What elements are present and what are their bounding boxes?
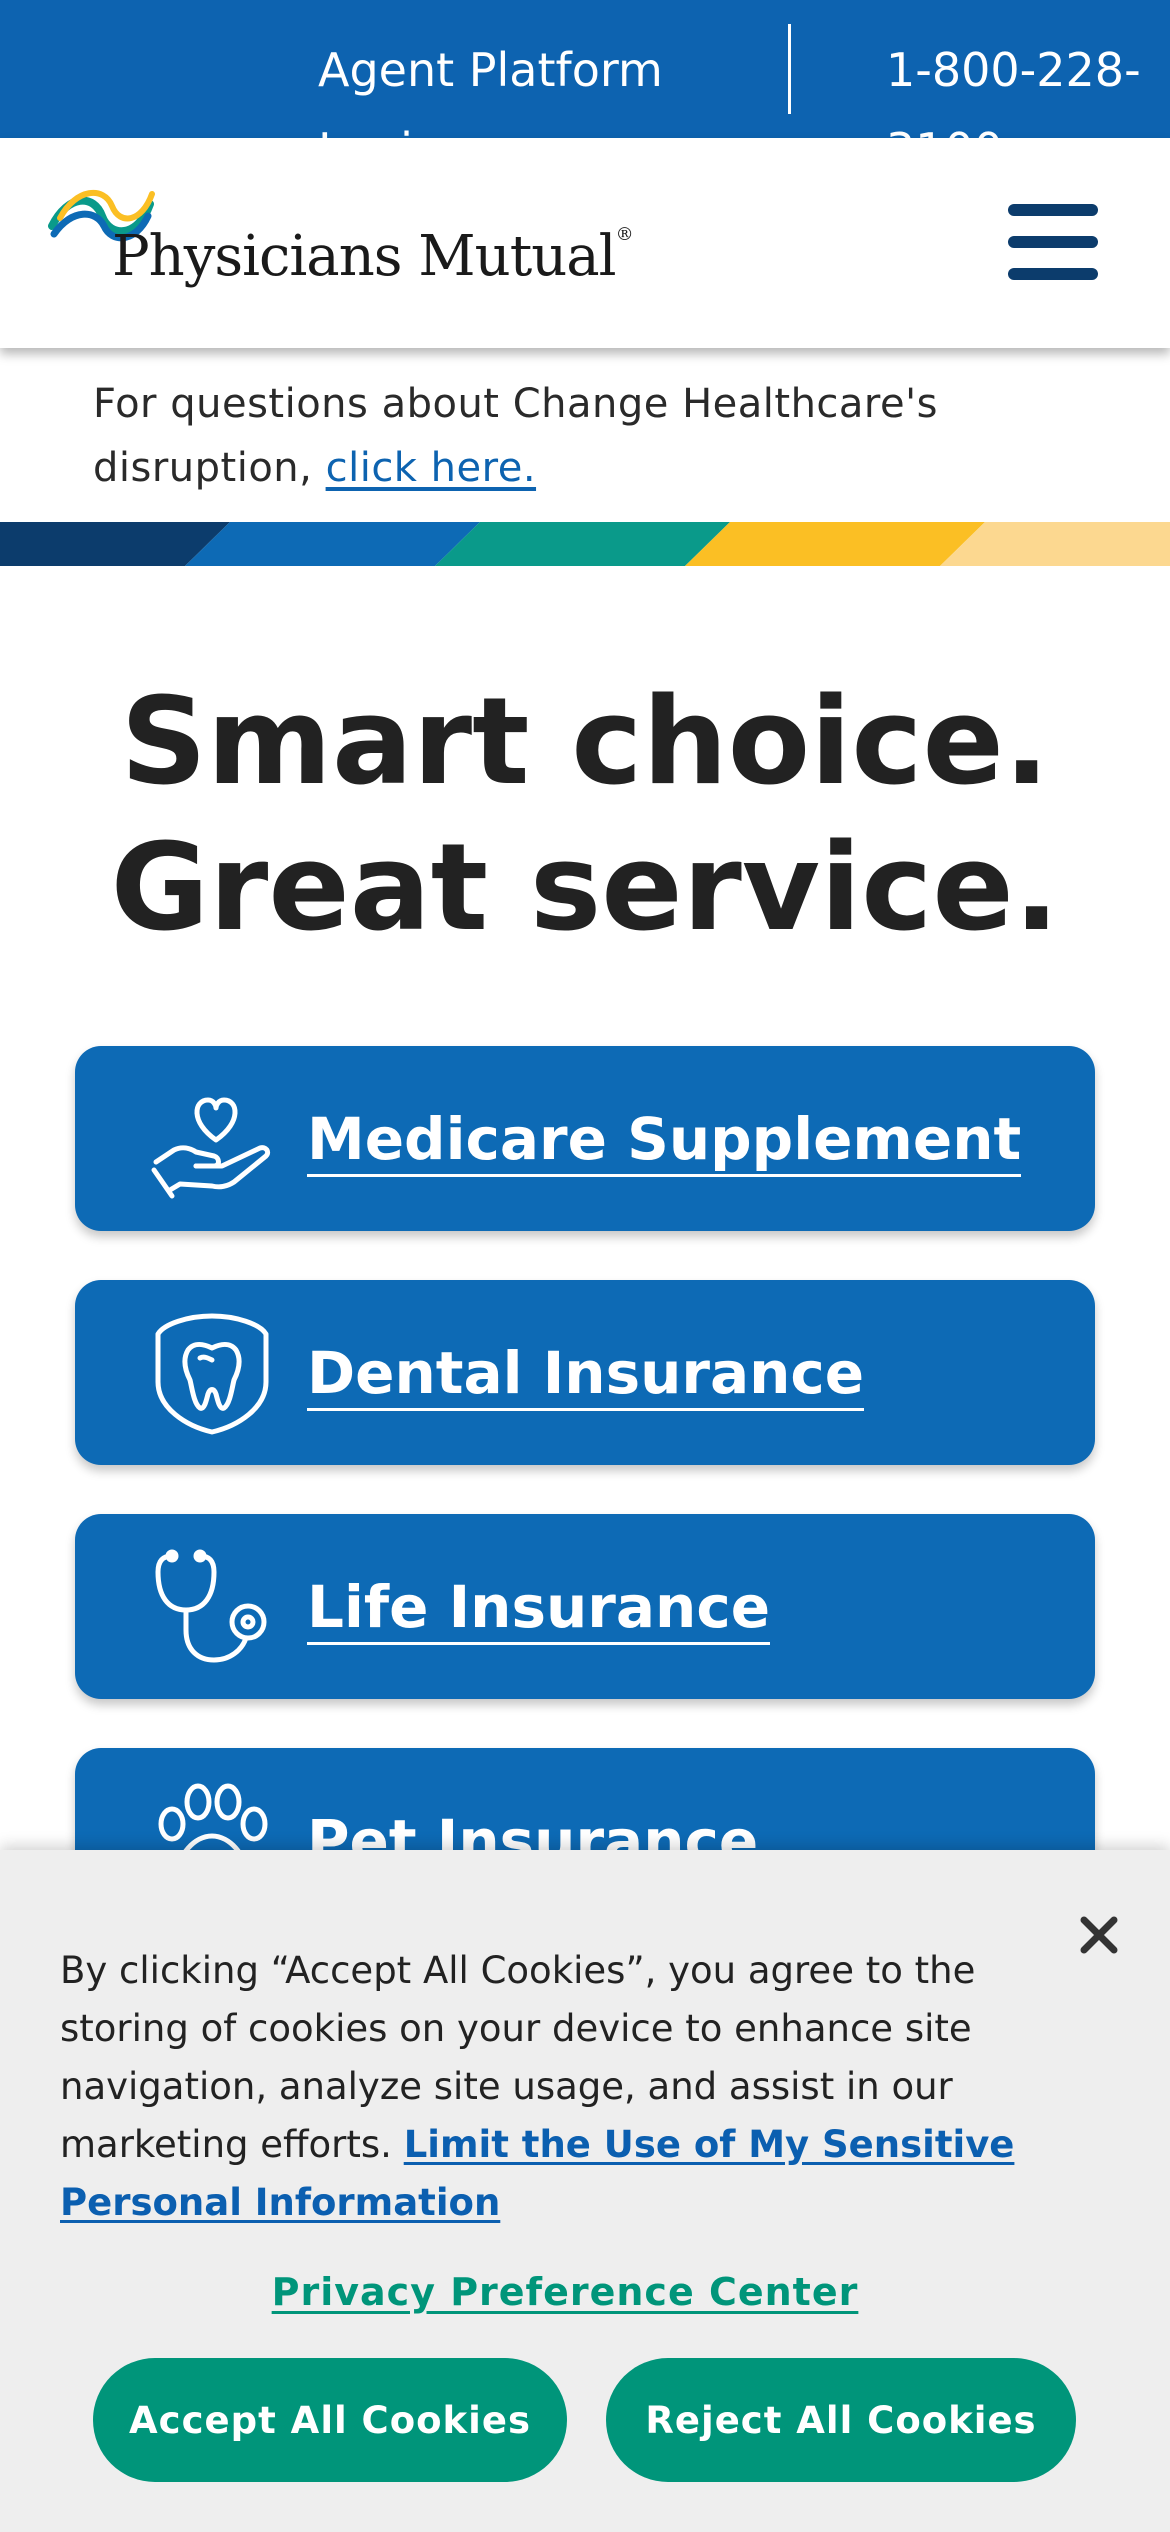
notice-click-here-link[interactable]: click here. bbox=[326, 445, 536, 491]
hero-title: Smart choice. Great service. bbox=[110, 673, 1060, 958]
stethoscope-icon bbox=[155, 1549, 267, 1663]
menu-icon-line bbox=[1008, 204, 1098, 216]
notice-text: For questions about Change Healthcare's … bbox=[93, 381, 938, 491]
reject-all-cookies-button[interactable]: Reject All Cookies bbox=[606, 2358, 1076, 2482]
accept-all-cookies-button[interactable]: Accept All Cookies bbox=[93, 2358, 567, 2482]
cookie-banner: By clicking “Accept All Cookies”, you ag… bbox=[0, 1850, 1170, 2532]
menu-icon-line bbox=[1008, 236, 1098, 248]
logo-text: Physicians Mutual® bbox=[112, 224, 634, 289]
utility-divider bbox=[788, 24, 791, 114]
logo-registered-mark: ® bbox=[615, 224, 634, 245]
main-header: Physicians Mutual® bbox=[0, 138, 1170, 348]
cookie-text: By clicking “Accept All Cookies”, you ag… bbox=[60, 1949, 1015, 2224]
medicare-supplement-label: Medicare Supplement bbox=[307, 1104, 1022, 1177]
medicare-supplement-button[interactable]: Medicare Supplement bbox=[75, 1046, 1095, 1231]
dental-insurance-button[interactable]: Dental Insurance bbox=[75, 1280, 1095, 1465]
privacy-preference-center-link[interactable]: Privacy Preference Center bbox=[0, 2270, 1130, 2314]
notice-banner: For questions about Change Healthcare's … bbox=[0, 348, 1170, 523]
hamburger-menu-button[interactable] bbox=[1000, 192, 1100, 292]
menu-icon-line bbox=[1008, 268, 1098, 280]
color-stripe bbox=[0, 522, 1170, 566]
life-insurance-label: Life Insurance bbox=[307, 1572, 771, 1645]
life-insurance-button[interactable]: Life Insurance bbox=[75, 1514, 1095, 1699]
dental-insurance-label: Dental Insurance bbox=[307, 1338, 865, 1411]
phone-link[interactable]: 1-800-228-3100 bbox=[886, 30, 1146, 140]
tooth-icon bbox=[155, 1313, 269, 1435]
logo[interactable]: Physicians Mutual® bbox=[46, 182, 634, 302]
agent-platform-login-link[interactable]: Agent Platform Login bbox=[318, 30, 738, 140]
heart-hand-icon bbox=[151, 1097, 271, 1199]
utility-bar: Agent Platform Login 1-800-228-3100 bbox=[0, 0, 1170, 140]
